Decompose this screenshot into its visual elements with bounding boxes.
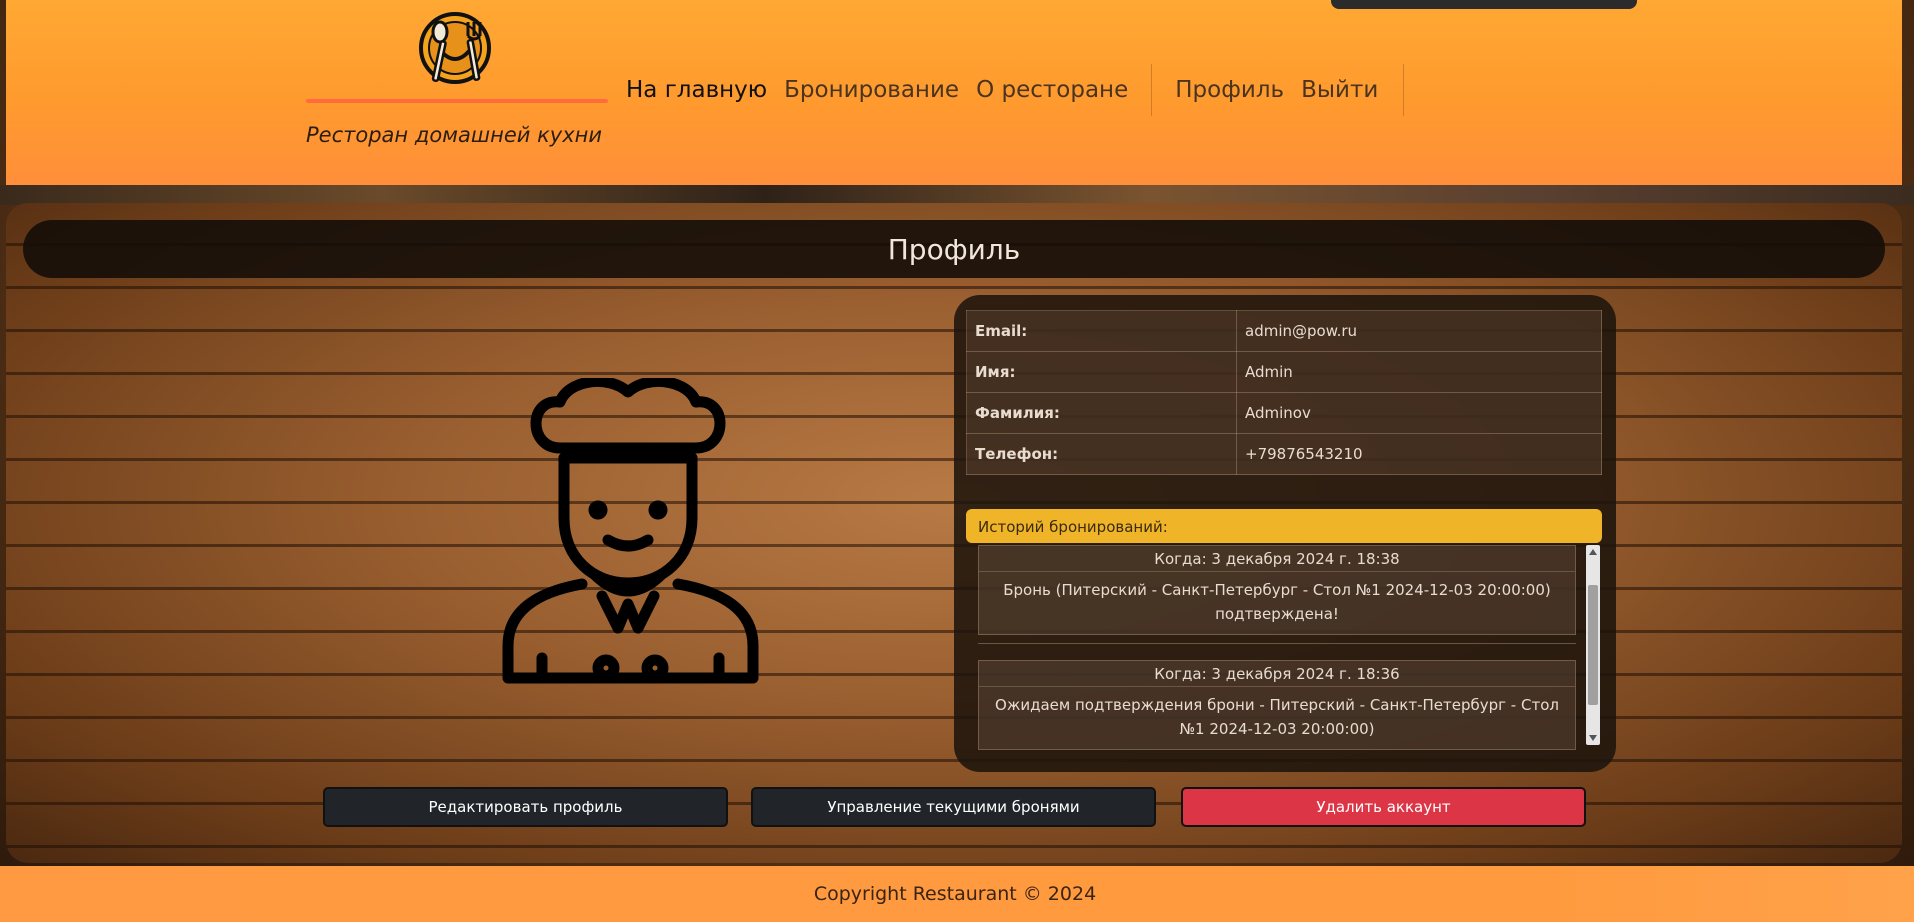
brand-underline bbox=[306, 99, 608, 103]
phone-label: Телефон: bbox=[966, 433, 1237, 475]
history-divider bbox=[978, 643, 1576, 644]
scroll-down-arrow-icon[interactable] bbox=[1589, 735, 1597, 741]
profile-details-table: Email: admin@pow.ru Имя: Admin Фамилия: … bbox=[966, 310, 1602, 475]
smiley-plate-icon[interactable] bbox=[418, 10, 493, 86]
email-value: admin@pow.ru bbox=[1236, 310, 1602, 352]
last-name-label: Фамилия: bbox=[966, 392, 1237, 434]
dropdown-panel-edge bbox=[1331, 0, 1637, 9]
nav-booking[interactable]: Бронирование bbox=[784, 77, 959, 103]
nav-profile[interactable]: Профиль bbox=[1175, 77, 1284, 103]
history-scrollbar[interactable] bbox=[1586, 545, 1600, 745]
site-header: Ресторан домашней кухни На главную Брони… bbox=[6, 0, 1902, 185]
chef-icon bbox=[502, 378, 759, 684]
delete-account-button[interactable]: Удалить аккаунт bbox=[1181, 787, 1586, 827]
first-name-label: Имя: bbox=[966, 351, 1237, 393]
manage-bookings-button[interactable]: Управление текущими бронями bbox=[751, 787, 1156, 827]
history-item: Когда: 3 декабря 2024 г. 18:36 Ожидаем п… bbox=[978, 660, 1576, 750]
booking-history-list[interactable]: Когда: 3 декабря 2024 г. 18:38 Бронь (Пи… bbox=[978, 545, 1576, 755]
nav-home[interactable]: На главную bbox=[626, 77, 767, 103]
nav-about[interactable]: О ресторане bbox=[976, 77, 1128, 103]
main-nav: На главную Бронирование О ресторане Проф… bbox=[626, 64, 1405, 116]
history-item-message: Бронь (Питерский - Санкт-Петербург - Сто… bbox=[1003, 581, 1551, 623]
first-name-value: Admin bbox=[1236, 351, 1602, 393]
page-title: Профиль bbox=[887, 232, 1021, 266]
history-item: Когда: 3 декабря 2024 г. 18:38 Бронь (Пи… bbox=[978, 545, 1576, 635]
brand-tagline: Ресторан домашней кухни bbox=[306, 123, 602, 147]
last-name-value: Adminov bbox=[1236, 392, 1602, 434]
history-item-time: Когда: 3 декабря 2024 г. 18:36 bbox=[979, 661, 1575, 687]
history-item-message: Ожидаем подтверждения брони - Питерский … bbox=[995, 696, 1559, 738]
scrollbar-thumb[interactable] bbox=[1588, 585, 1598, 705]
nav-logout[interactable]: Выйти bbox=[1301, 77, 1378, 103]
restaurant-background bbox=[0, 185, 1914, 205]
table-row: Email: admin@pow.ru bbox=[966, 310, 1602, 352]
table-row: Имя: Admin bbox=[966, 351, 1602, 393]
email-label: Email: bbox=[966, 310, 1237, 352]
profile-panel: Профиль Email: admin@pow.ru Имя: Admin Ф… bbox=[6, 203, 1902, 863]
copyright-text: Copyright Restaurant © 2024 bbox=[813, 883, 1097, 905]
booking-history-header: Историй бронирований: bbox=[966, 509, 1602, 543]
profile-info-card: Email: admin@pow.ru Имя: Admin Фамилия: … bbox=[954, 295, 1616, 772]
table-row: Телефон: +79876543210 bbox=[966, 433, 1602, 475]
table-row: Фамилия: Adminov bbox=[966, 392, 1602, 434]
edit-profile-button[interactable]: Редактировать профиль bbox=[323, 787, 728, 827]
nav-divider-end bbox=[1403, 64, 1405, 116]
page-title-bar: Профиль bbox=[23, 220, 1885, 278]
history-item-time: Когда: 3 декабря 2024 г. 18:38 bbox=[979, 546, 1575, 572]
nav-divider bbox=[1151, 64, 1153, 116]
phone-value: +79876543210 bbox=[1236, 433, 1602, 475]
scroll-up-arrow-icon[interactable] bbox=[1589, 549, 1597, 555]
site-footer: Copyright Restaurant © 2024 bbox=[0, 866, 1914, 922]
